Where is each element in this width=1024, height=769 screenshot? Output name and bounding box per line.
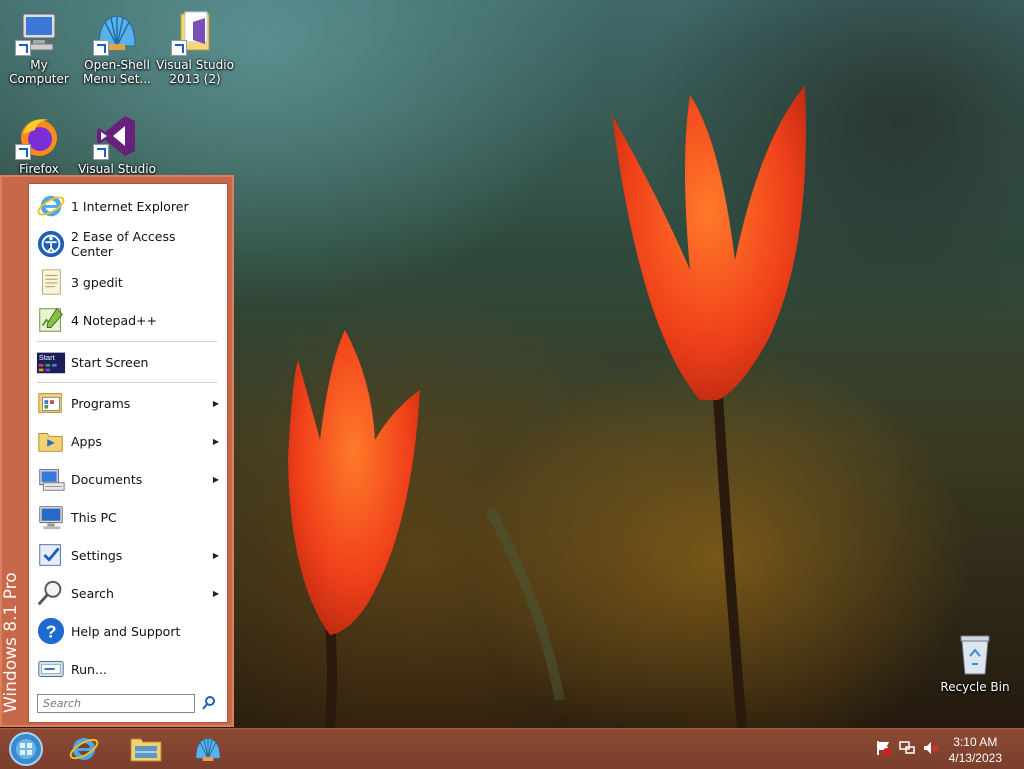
submenu-arrow-icon: ▶ bbox=[212, 474, 219, 484]
menu-item-label: Apps bbox=[71, 433, 102, 449]
start-button[interactable] bbox=[6, 731, 46, 767]
start-screen-icon: Start bbox=[36, 352, 66, 374]
edition-band: Windows 8.1 Pro bbox=[1, 177, 28, 725]
menu-item-programs[interactable]: Programs ▶ bbox=[35, 385, 221, 421]
shell-icon bbox=[195, 737, 221, 761]
menu-item-settings[interactable]: Settings ▶ bbox=[35, 537, 221, 573]
menu-item-start-screen[interactable]: Start Start Screen bbox=[35, 344, 221, 380]
this-pc-icon bbox=[39, 506, 63, 530]
desktop-icon-open-shell[interactable]: Open-Shell Menu Set... bbox=[78, 8, 156, 86]
menu-item-label: 4 Notepad++ bbox=[71, 312, 157, 328]
windows-orb-icon bbox=[9, 732, 43, 766]
desktop: My Computer Open-Shell Menu Set... Visua… bbox=[0, 0, 1024, 728]
document-icon bbox=[42, 269, 61, 295]
menu-item-label: Help and Support bbox=[71, 623, 181, 639]
menu-item-label: This PC bbox=[71, 509, 117, 525]
shortcut-arrow-icon bbox=[93, 40, 109, 56]
taskbar-internet-explorer[interactable] bbox=[64, 731, 104, 767]
menu-item-search[interactable]: Search ▶ bbox=[35, 575, 221, 611]
start-menu-panel: 1 Internet Explorer 2 Ease of Access Cen… bbox=[28, 183, 228, 723]
network-icon[interactable] bbox=[898, 739, 916, 757]
internet-explorer-icon bbox=[37, 195, 65, 217]
menu-item-apps[interactable]: Apps ▶ bbox=[35, 423, 221, 459]
desktop-icon-label: Open-Shell Menu Set... bbox=[83, 58, 151, 86]
programs-icon bbox=[38, 393, 62, 413]
menu-item-run[interactable]: Run... bbox=[35, 651, 221, 687]
desktop-icon-label: Visual Studio 2013 (2) bbox=[156, 58, 234, 86]
notepad-plus-plus-icon bbox=[39, 308, 63, 332]
submenu-arrow-icon: ▶ bbox=[212, 588, 219, 598]
apps-folder-icon bbox=[38, 433, 63, 452]
desktop-icon-visual-studio-2013[interactable]: Visual Studio 2013 (2) bbox=[156, 8, 234, 86]
menu-item-label: Start Screen bbox=[71, 354, 149, 370]
settings-icon bbox=[39, 544, 61, 566]
desktop-icon-label: My Computer bbox=[9, 58, 69, 86]
svg-text:?: ? bbox=[46, 622, 57, 642]
submenu-arrow-icon: ▶ bbox=[212, 398, 219, 408]
help-icon: ? bbox=[37, 617, 65, 645]
edition-label: Windows 8.1 Pro bbox=[1, 572, 21, 713]
menu-separator bbox=[37, 382, 217, 383]
file-explorer-icon bbox=[130, 738, 162, 762]
menu-item-this-pc[interactable]: This PC bbox=[35, 499, 221, 535]
taskbar-open-shell[interactable] bbox=[188, 731, 228, 767]
menu-separator bbox=[37, 341, 217, 342]
desktop-icon-label: Visual Studio bbox=[78, 162, 156, 176]
search-icon bbox=[37, 580, 62, 606]
shortcut-arrow-icon bbox=[93, 144, 109, 160]
menu-item-label: 3 gpedit bbox=[71, 274, 123, 290]
menu-item-internet-explorer[interactable]: 1 Internet Explorer bbox=[35, 188, 221, 224]
menu-item-ease-of-access[interactable]: 2 Ease of Access Center bbox=[35, 226, 221, 262]
desktop-icon-firefox[interactable]: Firefox bbox=[0, 112, 78, 176]
ease-of-access-icon bbox=[37, 230, 65, 258]
shortcut-arrow-icon bbox=[15, 40, 31, 56]
recycle-bin-icon bbox=[960, 635, 990, 675]
desktop-icon-my-computer[interactable]: My Computer bbox=[0, 8, 78, 86]
desktop-icon-label: Recycle Bin bbox=[940, 680, 1010, 694]
documents-icon bbox=[39, 469, 65, 491]
clock-time: 3:10 AM bbox=[953, 735, 998, 749]
action-center-flag-icon[interactable] bbox=[874, 739, 892, 757]
taskbar: 3:10 AM 4/13/2023 bbox=[0, 728, 1024, 769]
menu-item-label: Search bbox=[71, 585, 114, 601]
start-screen-tile-text: Start bbox=[39, 353, 56, 362]
submenu-arrow-icon: ▶ bbox=[212, 550, 219, 560]
menu-item-notepad-plus-plus[interactable]: 4 Notepad++ bbox=[35, 302, 221, 338]
desktop-icon-recycle-bin[interactable]: Recycle Bin bbox=[936, 630, 1014, 694]
menu-item-label: Run... bbox=[71, 661, 107, 677]
taskbar-file-explorer[interactable] bbox=[126, 731, 166, 767]
speaker-muted-icon[interactable] bbox=[922, 739, 940, 757]
menu-item-label: 2 Ease of Access Center bbox=[71, 229, 176, 259]
desktop-icon-visual-studio[interactable]: Visual Studio bbox=[78, 112, 156, 176]
clock[interactable]: 3:10 AM 4/13/2023 bbox=[949, 734, 1002, 766]
desktop-icon-label: Firefox bbox=[19, 162, 59, 176]
shortcut-arrow-icon bbox=[15, 144, 31, 160]
menu-item-label: Programs bbox=[71, 395, 131, 411]
menu-item-label: Settings bbox=[71, 547, 123, 563]
run-icon bbox=[38, 661, 64, 677]
shortcut-arrow-icon bbox=[171, 40, 187, 56]
menu-item-label: Documents bbox=[71, 471, 143, 487]
submenu-arrow-icon: ▶ bbox=[212, 436, 219, 446]
menu-item-gpedit[interactable]: 3 gpedit bbox=[35, 264, 221, 300]
search-button-icon[interactable] bbox=[201, 695, 217, 711]
start-search-input[interactable]: Search bbox=[37, 694, 195, 713]
start-menu: Windows 8.1 Pro 1 Internet Explorer 2 Ea… bbox=[0, 175, 234, 727]
internet-explorer-icon bbox=[69, 738, 99, 760]
menu-item-documents[interactable]: Documents ▶ bbox=[35, 461, 221, 497]
menu-item-help-and-support[interactable]: ? Help and Support bbox=[35, 613, 221, 649]
clock-date: 4/13/2023 bbox=[948, 751, 1002, 765]
menu-item-label: 1 Internet Explorer bbox=[71, 198, 189, 214]
